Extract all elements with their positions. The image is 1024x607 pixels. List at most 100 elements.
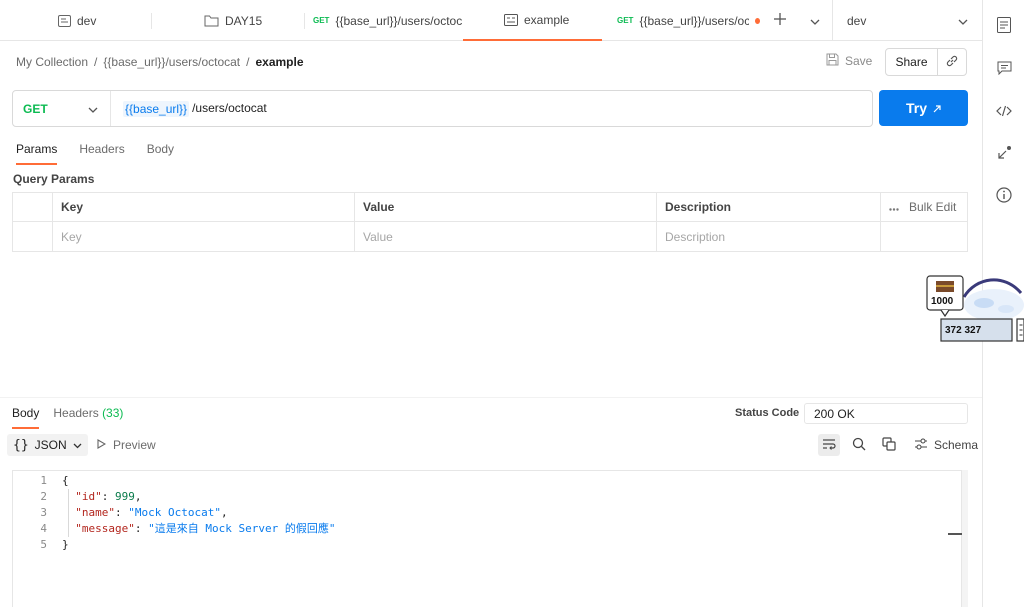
tab-body[interactable]: Body (147, 142, 174, 165)
line-number: 1 (40, 474, 47, 487)
new-tab-button[interactable] (768, 0, 792, 41)
code-text: "message": "這是來自 Mock Server 的假回應" (75, 522, 336, 535)
code-line: 1 { (13, 473, 953, 489)
chevron-down-icon (958, 14, 968, 28)
key-input[interactable]: Key (53, 222, 355, 251)
bulk-edit-button[interactable]: Bulk Edit (889, 200, 956, 214)
url-input[interactable]: {{base_url}} /users/octocat (111, 100, 267, 117)
line-number: 2 (40, 490, 47, 503)
method-label: GET (23, 101, 48, 116)
breadcrumb-collection[interactable]: My Collection (16, 55, 88, 69)
tab-label: DAY15 (225, 13, 263, 28)
json-comma: , (134, 490, 142, 503)
preview-button[interactable]: Preview (97, 438, 156, 452)
code-text: { (62, 474, 69, 487)
related-collections-icon[interactable] (983, 143, 1024, 163)
overlay-widget[interactable]: 1000 372 327 (926, 275, 1024, 345)
row-actions (881, 222, 967, 251)
headers-count: (33) (102, 406, 124, 420)
code-icon[interactable] (983, 101, 1024, 121)
bulk-edit-label: Bulk Edit (909, 200, 957, 214)
braces-icon: {} (13, 437, 29, 453)
url-path: /users/octocat (192, 100, 267, 115)
headers-tab-label: Headers (53, 406, 99, 420)
copy-button[interactable] (878, 434, 900, 456)
environment-icon (58, 14, 71, 27)
try-label: Try (905, 100, 927, 116)
code-text: } (62, 538, 69, 551)
response-tab-body[interactable]: Body (12, 406, 40, 429)
tab-dev[interactable]: dev (0, 0, 152, 41)
tab-label: dev (77, 13, 97, 28)
comments-icon[interactable] (983, 58, 1024, 78)
checkbox-column (13, 193, 53, 221)
breadcrumb-request[interactable]: {{base_url}}/users/octocat (103, 55, 240, 69)
query-params-table: Key Value Description Bulk Edit Key Valu… (12, 192, 968, 252)
tab-example[interactable]: example (463, 0, 602, 41)
line-number: 5 (40, 538, 47, 551)
code-text: "id": 999, (75, 490, 142, 503)
status-code-value: 200 OK (804, 403, 968, 424)
column-key: Key (53, 193, 355, 221)
column-value: Value (355, 193, 657, 221)
response-body-editor[interactable]: 1 { 2 "id": 999, 3 "name": "Mock Octocat… (12, 470, 962, 607)
try-button[interactable]: Try (879, 90, 968, 126)
breadcrumb-current[interactable]: example (255, 55, 303, 69)
json-value: "Mock Octocat" (128, 506, 221, 519)
response-divider[interactable] (0, 397, 982, 398)
scroll-marker (948, 533, 962, 535)
json-key: "message" (75, 522, 135, 535)
format-label: JSON (34, 438, 67, 452)
schema-button[interactable]: Schema (914, 438, 978, 453)
unsaved-dot-icon (754, 17, 760, 24)
code-line: 4 "message": "這是來自 Mock Server 的假回應" (13, 521, 953, 537)
chevron-down-icon (810, 12, 820, 30)
description-input[interactable]: Description (657, 222, 881, 251)
tab-overflow-button[interactable] (803, 0, 827, 41)
breadcrumb-separator: / (246, 55, 250, 69)
value-input[interactable]: Value (355, 222, 657, 251)
column-description: Description (657, 193, 881, 221)
bulk-edit-cell: Bulk Edit (881, 193, 967, 221)
tab-get-request[interactable]: GET {{base_url}}/users/octoc (305, 0, 463, 41)
sliders-icon (914, 438, 928, 453)
code-line: 3 "name": "Mock Octocat", (13, 505, 953, 521)
tab-bar: dev DAY15 GET {{base_url}}/users/octoc e… (0, 0, 982, 41)
arrow-up-right-icon (933, 100, 941, 116)
tab-label: {{base_url}}/users/octoc (335, 13, 463, 28)
info-icon[interactable] (983, 185, 1024, 205)
tab-headers[interactable]: Headers (79, 142, 124, 165)
collection-icon (204, 15, 219, 27)
breadcrumb: My Collection / {{base_url}}/users/octoc… (16, 55, 304, 69)
format-selector[interactable]: {} JSON (7, 434, 88, 456)
url-variable[interactable]: {{base_url}} (123, 100, 190, 117)
wrap-lines-button[interactable] (818, 434, 840, 456)
table-header-row: Key Value Description Bulk Edit (13, 193, 967, 222)
status-code-label: Status Code (735, 407, 800, 419)
json-value: 999 (115, 490, 135, 503)
json-comma: , (220, 506, 228, 519)
code-text: "name": "Mock Octocat", (75, 506, 228, 519)
save-button[interactable]: Save (826, 53, 872, 69)
search-button[interactable] (848, 434, 870, 456)
wrap-icon (822, 438, 836, 453)
documentation-icon[interactable] (983, 15, 1024, 35)
copy-link-button[interactable] (938, 54, 966, 71)
widget-counter: 1000 (931, 296, 954, 307)
tab-day15[interactable]: DAY15 (152, 0, 305, 41)
method-badge: GET (313, 16, 330, 25)
share-button[interactable]: Share (886, 49, 938, 75)
tab-params[interactable]: Params (16, 142, 58, 165)
json-key: "id" (75, 490, 102, 503)
preview-label: Preview (113, 438, 156, 452)
save-label: Save (845, 54, 873, 68)
environment-selector[interactable]: dev (832, 0, 982, 41)
chevron-down-icon (73, 438, 82, 452)
table-row: Key Value Description (13, 222, 967, 251)
request-tabs: Params Headers Body (16, 142, 196, 165)
plus-icon (774, 12, 786, 30)
response-tab-headers[interactable]: Headers (33) (53, 406, 123, 429)
editor-scrollbar[interactable] (948, 470, 968, 607)
tab-get-request-unsaved[interactable]: GET {{base_url}}/users/octoc (602, 0, 760, 41)
method-selector[interactable]: GET (13, 91, 111, 126)
